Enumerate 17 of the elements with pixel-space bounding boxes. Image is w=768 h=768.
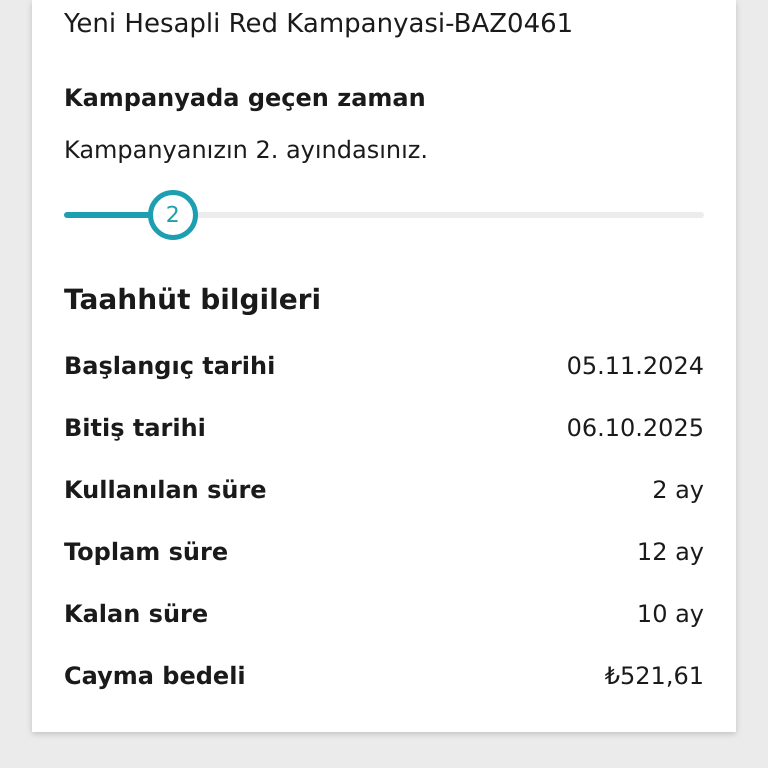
row-value: 05.11.2024 (566, 351, 704, 382)
row-label: Kalan süre (64, 599, 208, 630)
row-value: 12 ay (636, 537, 704, 568)
row-label: Bitiş tarihi (64, 413, 206, 444)
section-title: Taahhüt bilgileri (64, 282, 322, 318)
row-label: Toplam süre (64, 537, 228, 568)
elapsed-subtitle: Kampanyanızın 2. ayındasınız. (64, 135, 429, 166)
elapsed-title: Kampanyada geçen zaman (64, 83, 427, 114)
row-value: 10 ay (636, 599, 704, 630)
row-label: Kullanılan süre (64, 475, 267, 506)
campaign-name: Yeni Hesapli Red Kampanyasi-BAZ0461 (64, 8, 574, 41)
row-label: Cayma bedeli (64, 661, 246, 692)
row-value: 2 ay (652, 475, 704, 506)
row-value: 06.10.2025 (566, 413, 704, 444)
progress-thumb: 2 (148, 190, 198, 240)
row-value: ₺521,61 (604, 661, 704, 692)
row-label: Başlangıç tarihi (64, 351, 276, 382)
